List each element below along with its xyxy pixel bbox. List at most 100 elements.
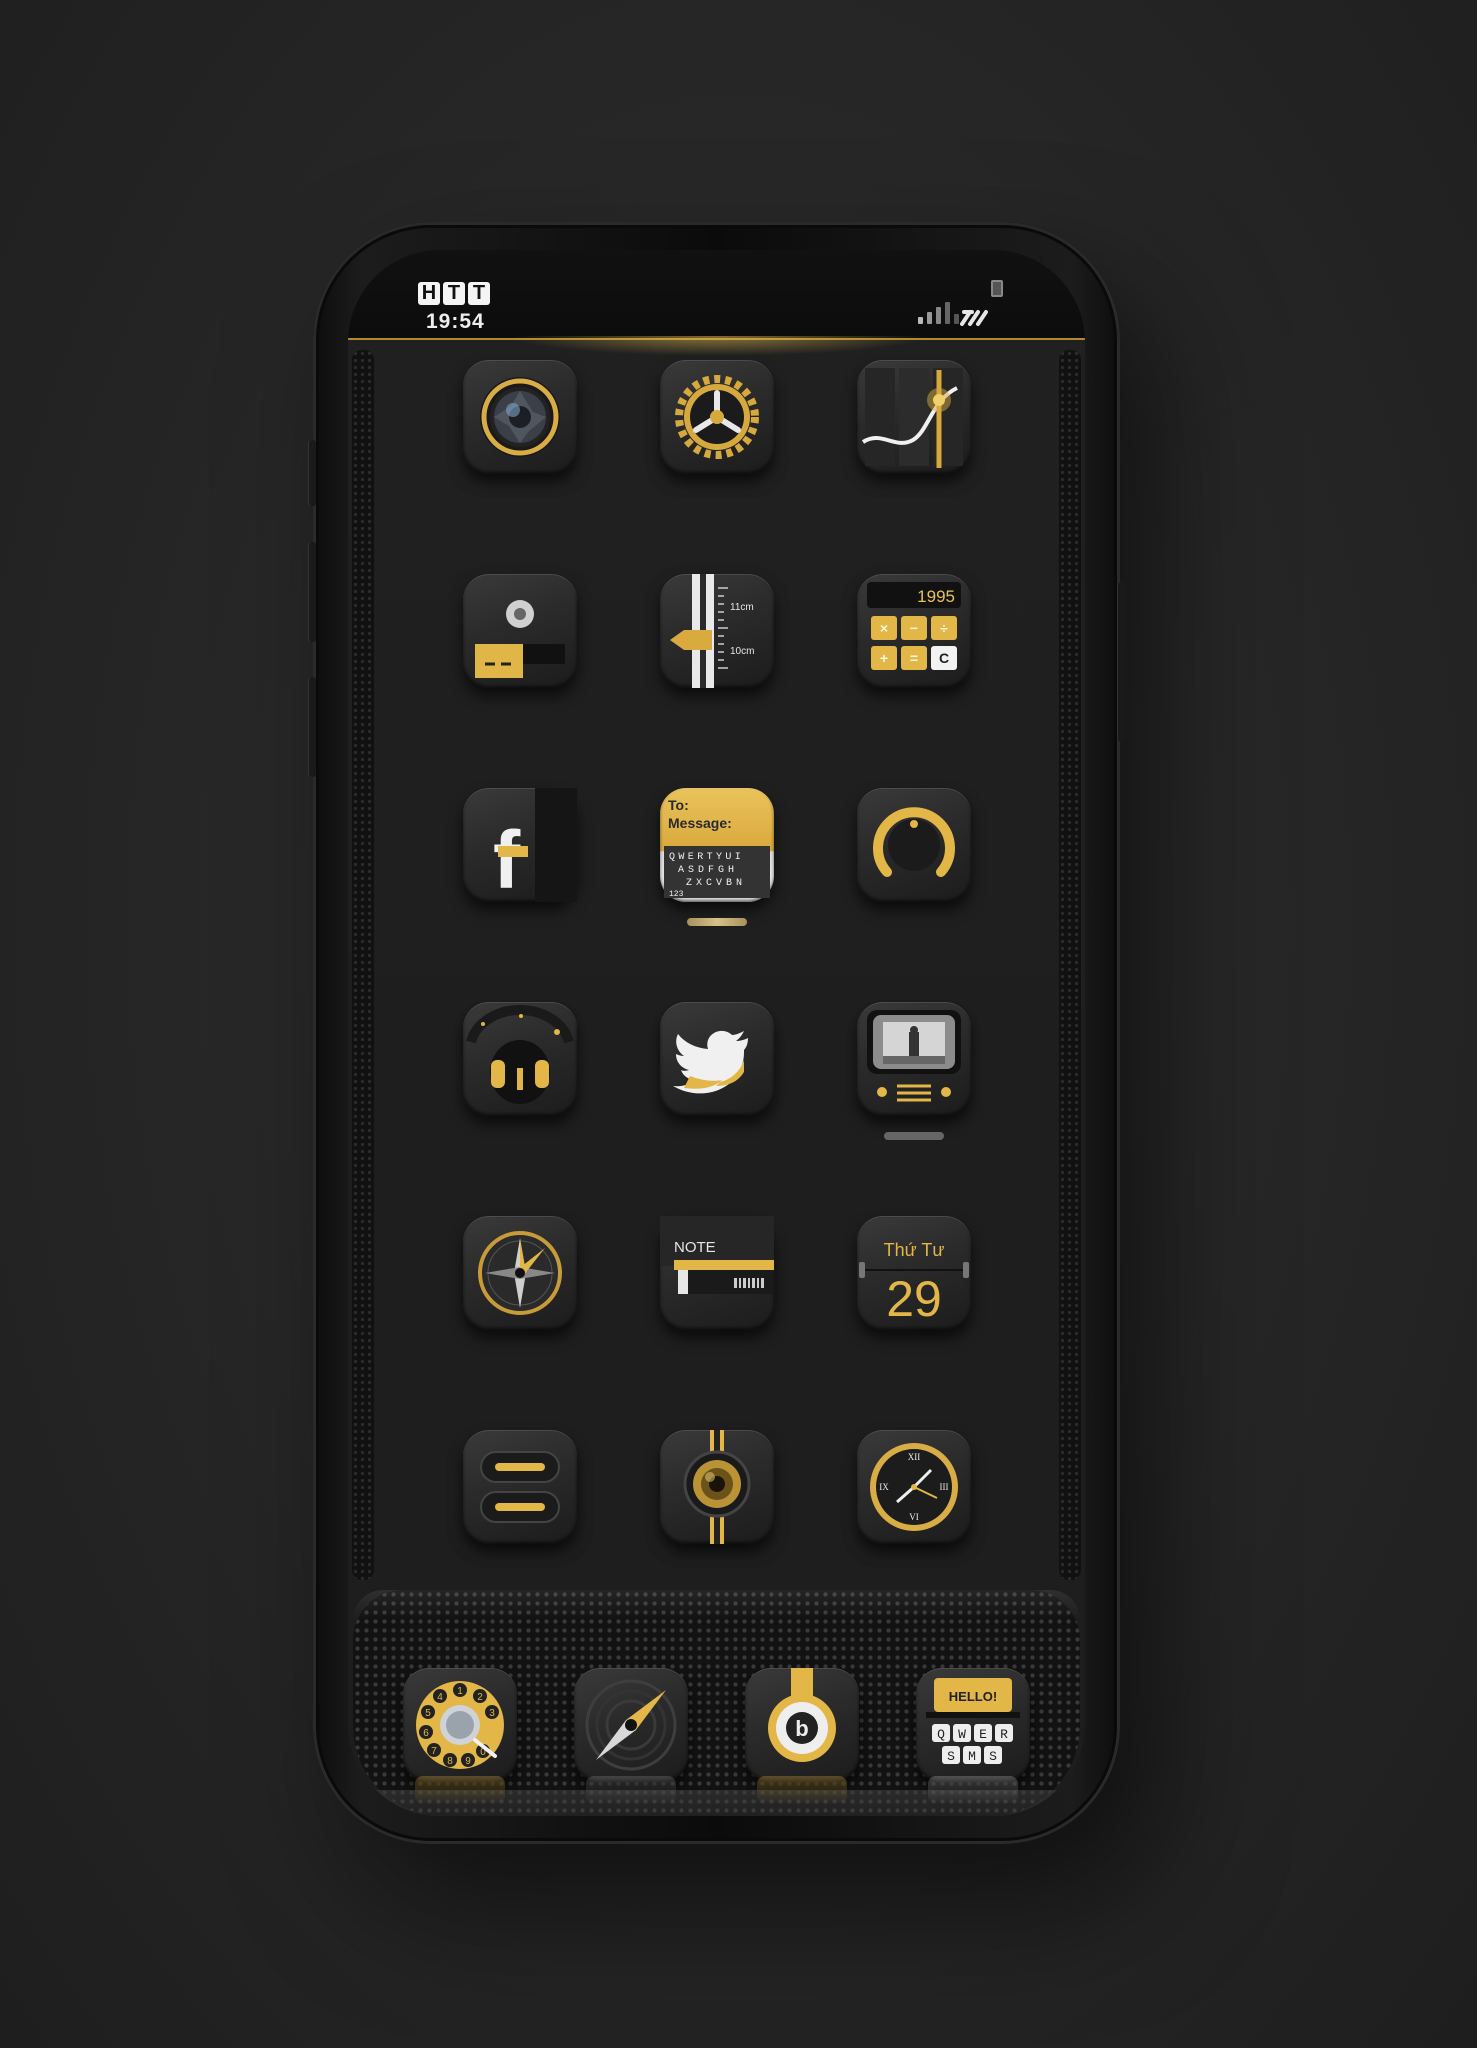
left-speaker-grille	[352, 350, 374, 1580]
settings-app[interactable]	[660, 360, 774, 474]
ruler-label: 10cm	[730, 646, 754, 657]
clock-icon: XII III VI IX	[870, 1443, 958, 1531]
rotary-dial-icon: 1 2 3 4 5 6 7 8 9 0	[416, 1681, 504, 1769]
retro-tv-icon	[867, 1010, 961, 1102]
clock-app[interactable]: XII III VI IX	[857, 1430, 971, 1544]
cassette-disc-icon	[475, 600, 565, 678]
calendar-weekday: Thứ Tư	[884, 1240, 945, 1260]
clock-numeral: XII	[908, 1452, 921, 1462]
dial-digit: 5	[425, 1708, 431, 1719]
ruler-icon: 11cm 10cm	[670, 574, 754, 688]
clock-numeral: III	[940, 1482, 949, 1492]
dock-reflection-item	[757, 1776, 847, 1804]
volume-down-button	[308, 677, 316, 777]
dock-reflection-item	[928, 1776, 1018, 1804]
beats-app[interactable]: b	[745, 1668, 859, 1782]
twitter-bird-icon	[673, 1030, 748, 1094]
dial-digit: 7	[431, 1746, 437, 1757]
ruler-app[interactable]: 11cm 10cm	[660, 574, 774, 688]
reminders-app[interactable]	[463, 1430, 577, 1544]
power-button	[1117, 582, 1125, 742]
carrier-letter: T	[443, 282, 465, 305]
phone-app[interactable]: 1 2 3 4 5 6 7 8 9 0	[403, 1668, 517, 1782]
speaker-icon	[683, 1430, 751, 1544]
sms-keyboard-icon: HELLO! Q W E R S M S	[926, 1678, 1020, 1764]
calendar-day: 29	[886, 1271, 942, 1327]
home-screen: H T T 19:54 11cm 10cm 1995 × − ÷ + = C f…	[348, 250, 1085, 1816]
message-keyboard-icon: To: Message: QWERTYUI ASDFGH ZXCVBN 123	[664, 797, 770, 899]
twitter-app[interactable]	[660, 1002, 774, 1116]
camera-app[interactable]	[463, 360, 577, 474]
dial-digit: 6	[423, 1728, 429, 1739]
sms-key: W	[958, 1727, 966, 1742]
sms-key: S	[947, 1749, 955, 1764]
to-label: To:	[668, 797, 689, 813]
status-bar: H T T 19:54	[348, 250, 1085, 340]
dial-digit: 8	[447, 1756, 453, 1767]
safari-app[interactable]	[574, 1668, 688, 1782]
calc-key: −	[910, 620, 918, 636]
clock-numeral: VI	[909, 1512, 919, 1522]
sms-key: E	[979, 1727, 987, 1742]
camera-aperture-icon	[480, 377, 560, 457]
compass-icon	[478, 1231, 562, 1315]
calc-key: C	[939, 650, 949, 666]
messages-app[interactable]: To: Message: QWERTYUI ASDFGH ZXCVBN 123	[660, 788, 774, 926]
speaker-app[interactable]	[660, 1430, 774, 1544]
volume-app[interactable]	[857, 788, 971, 902]
sms-key: R	[1000, 1727, 1008, 1742]
dock-shine	[353, 1590, 1080, 1620]
facebook-f-icon: f	[493, 788, 577, 902]
gear-icon	[675, 375, 759, 459]
calendar-app[interactable]: Thứ Tư 29	[857, 1216, 971, 1330]
notes-app[interactable]: NOTE	[660, 1216, 774, 1330]
stocks-app[interactable]	[857, 360, 971, 474]
calculator-icon: 1995 × − ÷ + = C	[867, 582, 961, 670]
sms-greeting: HELLO!	[949, 1689, 997, 1704]
dock-reflection-item	[415, 1776, 505, 1804]
dock-row: 1 2 3 4 5 6 7 8 9 0 b HELLO! Q W E R S M…	[403, 1668, 1030, 1782]
tv-app[interactable]	[857, 1002, 971, 1140]
carrier-letter: T	[468, 282, 490, 305]
status-time: 19:54	[426, 310, 485, 333]
facebook-app[interactable]: f	[463, 788, 577, 902]
dial-digit: 2	[477, 1692, 483, 1703]
beats-letter: b	[795, 1716, 808, 1741]
calculator-app[interactable]: 1995 × − ÷ + = C	[857, 574, 971, 688]
status-glow	[508, 336, 928, 356]
calc-key: +	[880, 650, 888, 666]
dial-digit: 9	[465, 1756, 471, 1767]
sms-key: M	[968, 1749, 976, 1764]
photos-app[interactable]	[463, 574, 577, 688]
page-dot-bar	[884, 1132, 944, 1140]
carrier-logo: H T T	[418, 282, 490, 305]
sms-key: Q	[937, 1727, 945, 1742]
dial-digit: 4	[437, 1692, 443, 1703]
keyboard-row: ZXCVBN	[686, 878, 746, 889]
note-label: NOTE	[674, 1239, 716, 1256]
compass-app[interactable]	[463, 1216, 577, 1330]
carrier-letter: H	[418, 282, 440, 305]
volume-up-button	[308, 542, 316, 642]
keyboard-row: ASDFGH	[678, 865, 738, 876]
calendar-icon: Thứ Tư 29	[859, 1240, 969, 1327]
dock: 1 2 3 4 5 6 7 8 9 0 b HELLO! Q W E R S M…	[353, 1590, 1080, 1816]
sms-app[interactable]: HELLO! Q W E R S M S	[916, 1668, 1030, 1782]
keyboard-row: QWERTYUI	[669, 852, 744, 863]
dial-digit: 1	[457, 1686, 463, 1697]
battery-icon	[991, 280, 1003, 297]
keyboard-num-key: 123	[669, 890, 684, 899]
dial-digit: 3	[489, 1708, 495, 1719]
note-pad-icon: NOTE	[660, 1216, 774, 1294]
compass-needle-icon	[585, 1679, 677, 1771]
page-dot-bar	[687, 918, 747, 926]
calc-key: =	[910, 650, 918, 666]
dock-reflection-item	[586, 1776, 676, 1804]
ruler-label: 11cm	[730, 602, 754, 613]
music-app[interactable]	[463, 1002, 577, 1116]
app-grid: 11cm 10cm 1995 × − ÷ + = C f To: Message…	[463, 360, 983, 1544]
calculator-display: 1995	[917, 587, 955, 606]
beats-headphones-icon: b	[768, 1668, 836, 1762]
message-label: Message:	[668, 815, 732, 831]
facebook-letter: f	[493, 815, 521, 902]
